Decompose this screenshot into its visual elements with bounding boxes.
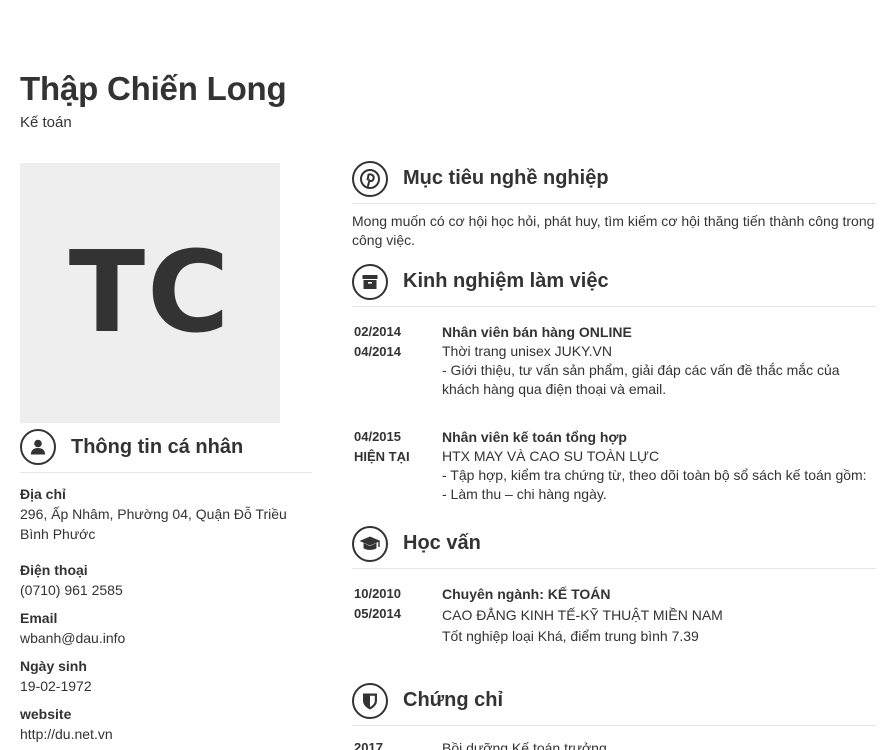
education-school: CAO ĐẲNG KINH TẾ-KỸ THUẬT MIỀN NAM [442, 607, 723, 623]
education-body: Chuyên ngành: KẾ TOÁN CAO ĐẲNG KINH TẾ-K… [442, 584, 882, 646]
experience-line: HTX MAY VÀ CAO SU TOÀN LỰC [442, 448, 660, 464]
email-value: wbanh@dau.info [20, 630, 126, 646]
education-start: 10/2010 [354, 586, 401, 601]
experience-dates: 02/2014 04/2014 [354, 322, 434, 362]
experience-line: khách hàng qua điện thoại và email. [442, 381, 667, 397]
graduation-cap-icon [352, 525, 388, 562]
address-value-line2: Bình Phước [20, 526, 96, 542]
pinterest-icon [352, 160, 388, 197]
experience-line: - Làm thu – chi hàng ngày. [442, 486, 607, 502]
email-field: Email wbanh@dau.info [20, 608, 125, 648]
experience-title: Kinh nghiệm làm việc [403, 270, 609, 292]
phone-field: Điện thoại (0710) 961 2585 [20, 560, 123, 600]
phone-value: (0710) 961 2585 [20, 582, 123, 598]
experience-body: Nhân viên kế toán tổng hợp HTX MAY VÀ CA… [442, 427, 882, 504]
experience-end: 04/2014 [354, 344, 401, 359]
certificates-header: Chứng chỉ [352, 682, 876, 726]
objective-text: Mong muốn có cơ hội học hỏi, phát huy, t… [352, 212, 882, 250]
experience-role: Nhân viên bán hàng ONLINE [442, 324, 632, 340]
avatar-initials: TC [68, 228, 232, 358]
education-dates: 10/2010 05/2014 [354, 584, 434, 624]
website-value[interactable]: http://du.net.vn [20, 724, 113, 744]
address-label: Địa chỉ [20, 486, 66, 502]
email-label: Email [20, 610, 58, 626]
education-result: Tốt nghiệp loại Khá, điểm trung bình 7.3… [442, 628, 699, 644]
experience-start: 02/2014 [354, 324, 401, 339]
experience-end: HIỆN TẠI [354, 449, 410, 464]
experience-body: Nhân viên bán hàng ONLINE Thời trang uni… [442, 322, 882, 399]
birthday-label: Ngày sinh [20, 658, 87, 674]
personal-info-header: Thông tin cá nhân [20, 429, 312, 473]
certificates-title: Chứng chỉ [403, 689, 504, 711]
candidate-job-title: Kế toán [20, 114, 72, 131]
archive-box-icon [352, 263, 388, 300]
website-field: website http://du.net.vn [20, 704, 113, 744]
birthday-field: Ngày sinh 19-02-1972 [20, 656, 92, 696]
certificate-year: 2017 [354, 740, 383, 750]
education-title: Học vấn [403, 532, 481, 554]
education-major: Chuyên ngành: KẾ TOÁN [442, 586, 611, 602]
address-value-line1: 296, Ấp Nhâm, Phường 04, Quận Đỗ Triều [20, 506, 287, 522]
education-end: 05/2014 [354, 606, 401, 621]
experience-line: - Tập hợp, kiểm tra chứng từ, theo dõi t… [442, 467, 867, 483]
phone-label: Điện thoại [20, 562, 88, 578]
objective-header: Mục tiêu nghề nghiệp [352, 160, 876, 204]
objective-text-line2: công việc. [352, 232, 416, 248]
address-field: Địa chỉ 296, Ấp Nhâm, Phường 04, Quận Đỗ… [20, 484, 287, 544]
experience-line: - Giới thiệu, tư vấn sản phẩm, giải đáp … [442, 362, 840, 378]
avatar: TC [20, 163, 280, 423]
experience-header: Kinh nghiệm làm việc [352, 263, 876, 307]
candidate-name: Thập Chiến Long [20, 70, 287, 107]
experience-role: Nhân viên kế toán tổng hợp [442, 429, 627, 445]
certificate-name: Bồi dưỡng Kế toán trưởng [442, 740, 607, 750]
shield-icon [352, 682, 388, 719]
experience-dates: 04/2015 HIỆN TẠI [354, 427, 434, 467]
experience-start: 04/2015 [354, 429, 401, 444]
education-header: Học vấn [352, 525, 876, 569]
user-icon [20, 429, 56, 465]
birthday-value: 19-02-1972 [20, 678, 92, 694]
objective-title: Mục tiêu nghề nghiệp [403, 167, 609, 189]
website-label: website [20, 706, 72, 722]
objective-text-line1: Mong muốn có cơ hội học hỏi, phát huy, t… [352, 213, 875, 229]
experience-line: Thời trang unisex JUKY.VN [442, 343, 612, 359]
personal-info-title: Thông tin cá nhân [71, 435, 244, 458]
